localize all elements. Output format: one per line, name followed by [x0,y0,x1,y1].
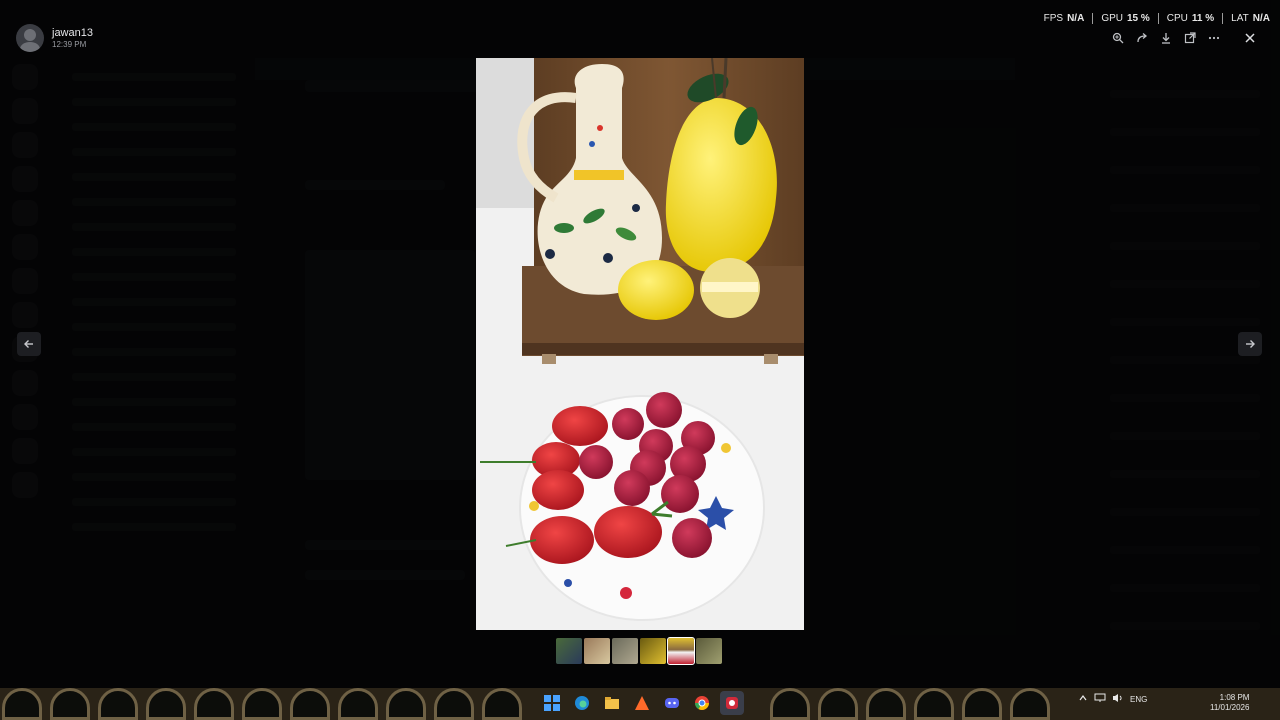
lightbox-image [476,58,804,630]
stat-label: FPS [1043,13,1064,24]
stat-value: 15 % [1126,13,1150,24]
thumbnail-strip [556,637,722,665]
chevron-up-icon[interactable] [1078,693,1088,705]
office-app-icon[interactable] [630,691,654,715]
stat-label: CPU [1166,13,1188,24]
edge-browser-icon[interactable] [570,691,594,715]
thumbnail[interactable] [696,638,722,664]
discord-icon[interactable] [660,691,684,715]
more-icon[interactable] [1204,28,1224,48]
thumbnail[interactable] [612,638,638,664]
avatar [16,24,44,52]
arrow-right-icon[interactable] [1238,332,1262,356]
user-name: jawan13 [52,26,93,39]
download-icon[interactable] [1156,28,1176,48]
open-external-icon[interactable] [1180,28,1200,48]
zoom-in-icon[interactable] [1108,28,1128,48]
system-tray: ENG [1078,693,1147,705]
chrome-icon[interactable] [690,691,714,715]
message-time: 12:39 PM [52,39,87,49]
thumbnail-active[interactable] [667,637,695,665]
close-icon[interactable] [1240,28,1260,48]
active-app-icon[interactable] [720,691,744,715]
stat-label: GPU [1101,13,1123,24]
windows-start-icon[interactable] [540,691,564,715]
clock-time: 1:08 PM [1219,693,1250,702]
forward-icon[interactable] [1132,28,1152,48]
network-icon[interactable] [1094,693,1106,705]
performance-overlay: FPS N/A GPU 15 % CPU 11 % LAT N/A [1044,13,1270,24]
stat-value: N/A [1252,13,1270,24]
lightbox-toolbar [1108,28,1228,48]
arrow-left-icon[interactable] [17,332,41,356]
taskbar-clock[interactable]: 1:08 PM 11/01/2026 [1210,693,1249,713]
thumbnail[interactable] [584,638,610,664]
volume-icon[interactable] [1112,693,1124,705]
thumbnail[interactable] [640,638,666,664]
taskbar-apps [540,691,744,715]
language-indicator[interactable]: ENG [1130,695,1147,704]
thumbnail[interactable] [556,638,582,664]
clock-date: 11/01/2026 [1210,703,1250,712]
stat-value: 11 % [1191,13,1215,24]
stat-label: LAT [1231,13,1249,24]
user-info: jawan13 12:39 PM [16,24,93,52]
file-explorer-icon[interactable] [600,691,624,715]
stat-value: N/A [1067,13,1085,24]
